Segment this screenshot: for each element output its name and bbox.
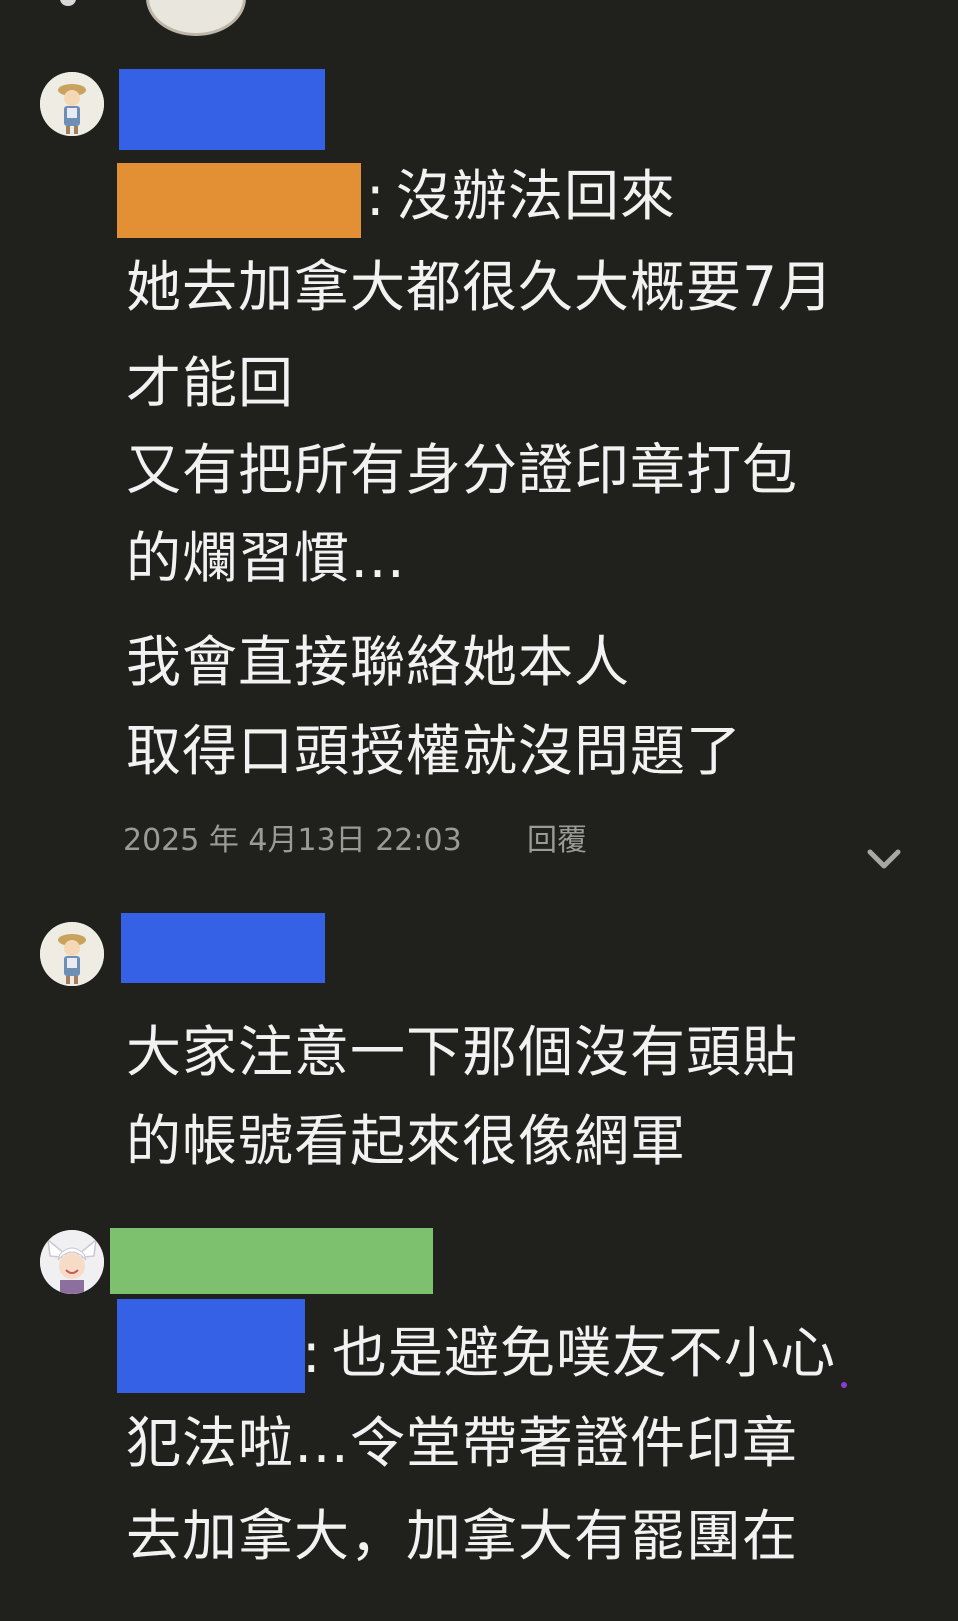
comment-line: 我會直接聯絡她本人	[126, 630, 631, 694]
username-redaction[interactable]	[119, 69, 325, 150]
comment-line: 沒辦法回來	[396, 164, 677, 228]
avatar[interactable]	[40, 922, 104, 986]
previous-indicator-dot	[60, 0, 76, 6]
reply-prefix: :	[302, 1321, 322, 1385]
avatar-character-icon	[40, 1230, 104, 1294]
comment-line: 她去加拿大都很久大概要7月	[126, 255, 834, 319]
username-redaction[interactable]	[121, 913, 325, 983]
comment-line: 犯法啦…令堂帶著證件印章	[126, 1411, 799, 1475]
comment-line: 才能回	[126, 351, 295, 415]
comment-line: 又有把所有身分證印章打包	[126, 438, 799, 502]
username-redaction[interactable]	[110, 1228, 433, 1294]
comment-line: 大家注意一下那個沒有頭貼	[126, 1020, 799, 1084]
reply-prefix: :	[366, 164, 386, 228]
comment-line: 取得口頭授權就沒問題了	[126, 719, 743, 783]
mention-redaction[interactable]	[117, 1299, 305, 1393]
comment-line: 的爛習慣…	[126, 526, 407, 590]
avatar[interactable]	[40, 1230, 104, 1294]
comment-line: 去加拿大，加拿大有罷團在	[126, 1504, 799, 1568]
avatar-illustration-icon	[40, 72, 104, 136]
avatar[interactable]	[40, 72, 104, 136]
comment-line: 也是避免噗友不小心	[332, 1321, 837, 1385]
chevron-down-icon[interactable]	[866, 846, 902, 874]
timestamp: 2025 年 4月13日 22:03	[123, 823, 462, 858]
mention-redaction[interactable]	[117, 163, 361, 238]
previous-comment-avatar	[146, 0, 246, 36]
reply-button[interactable]: 回覆	[527, 815, 587, 859]
cursor-dot	[841, 1382, 847, 1388]
avatar-illustration-icon	[40, 922, 104, 986]
comment-line: 的帳號看起來很像網軍	[126, 1109, 687, 1173]
